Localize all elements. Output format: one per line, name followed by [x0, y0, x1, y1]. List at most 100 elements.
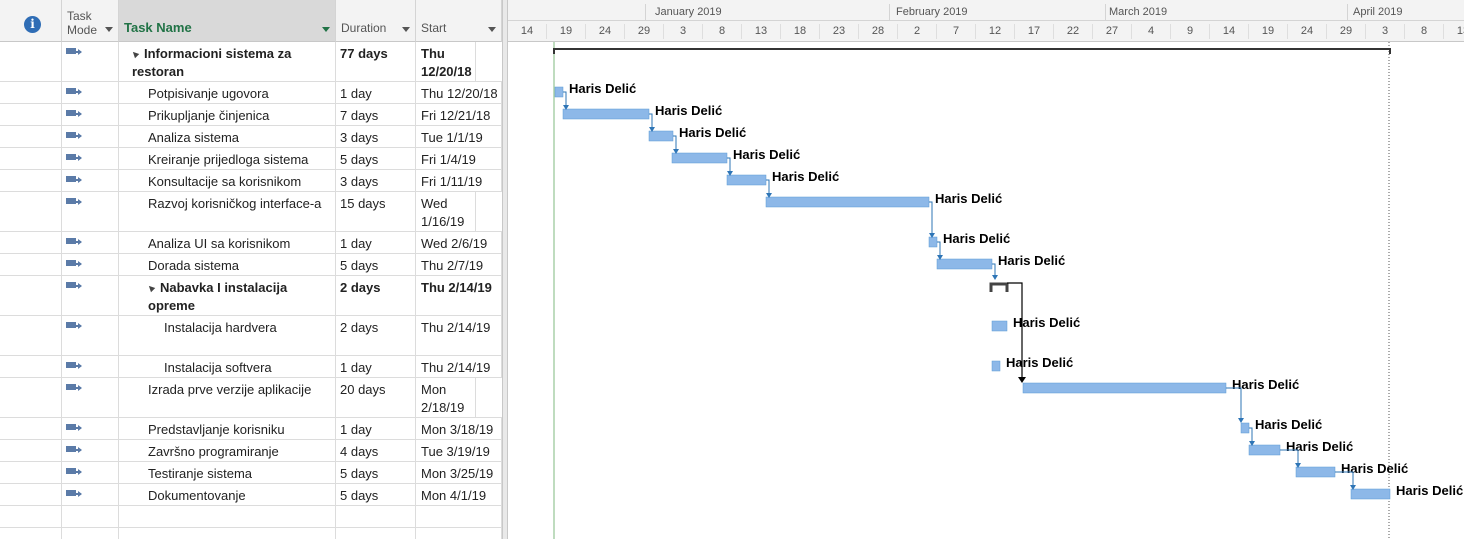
task-mode-cell[interactable]: [62, 148, 119, 169]
empty-cell[interactable]: [0, 506, 62, 527]
indicators-cell[interactable]: [0, 462, 62, 483]
task-name-cell[interactable]: Kreiranje prijedloga sistema: [119, 148, 336, 169]
dependency-link[interactable]: [1226, 387, 1242, 419]
indicators-cell[interactable]: [0, 232, 62, 253]
chevron-down-icon[interactable]: [322, 27, 330, 32]
duration-cell[interactable]: 2 days: [336, 276, 416, 315]
dependency-link[interactable]: [1249, 427, 1253, 442]
empty-row[interactable]: [0, 528, 502, 539]
start-cell[interactable]: Thu 12/20/18: [416, 82, 502, 103]
dependency-link[interactable]: [929, 201, 933, 234]
indicators-cell[interactable]: [0, 192, 62, 231]
task-name-cell[interactable]: Prikupljanje činjenica: [119, 104, 336, 125]
task-mode-cell[interactable]: [62, 378, 119, 417]
dependency-link[interactable]: [992, 263, 996, 276]
task-mode-cell[interactable]: [62, 232, 119, 253]
table-row[interactable]: Predstavljanje korisniku 1 day Mon 3/18/19: [0, 418, 502, 440]
start-cell[interactable]: Fri 12/21/18: [416, 104, 502, 125]
start-cell[interactable]: Fri 1/4/19: [416, 148, 502, 169]
task-name-cell[interactable]: Potpisivanje ugovora: [119, 82, 336, 103]
table-row[interactable]: Informacioni sistema za restoran 77 days T…: [0, 42, 502, 82]
indicators-cell[interactable]: [0, 418, 62, 439]
task-bar[interactable]: [726, 174, 767, 186]
duration-cell[interactable]: 3 days: [336, 126, 416, 147]
duration-cell[interactable]: 20 days: [336, 378, 416, 417]
chevron-down-icon[interactable]: [402, 27, 410, 32]
start-cell[interactable]: Thu 2/14/19: [416, 316, 502, 355]
indicators-cell[interactable]: [0, 126, 62, 147]
dependency-link[interactable]: [766, 179, 770, 194]
task-bar[interactable]: [765, 196, 930, 208]
task-bar[interactable]: [1248, 444, 1281, 456]
task-bar[interactable]: [562, 108, 650, 120]
task-mode-cell[interactable]: [62, 254, 119, 275]
start-header[interactable]: Start: [416, 0, 502, 42]
table-row[interactable]: Izrada prve verzije aplikacije 20 days Mon…: [0, 378, 502, 418]
start-cell[interactable]: Mon 2/18/19: [416, 378, 476, 417]
duration-cell[interactable]: 1 day: [336, 82, 416, 103]
task-bar[interactable]: [1295, 466, 1336, 478]
task-mode-cell[interactable]: [62, 440, 119, 461]
empty-cell[interactable]: [0, 528, 62, 539]
task-mode-cell[interactable]: [62, 316, 119, 355]
collapse-triangle-icon[interactable]: [146, 283, 156, 293]
indicators-cell[interactable]: [0, 148, 62, 169]
indicators-cell[interactable]: [0, 170, 62, 191]
start-cell[interactable]: Tue 1/1/19: [416, 126, 502, 147]
empty-cell[interactable]: [416, 506, 502, 527]
duration-cell[interactable]: 77 days: [336, 42, 416, 81]
task-mode-cell[interactable]: [62, 42, 119, 81]
duration-cell[interactable]: 2 days: [336, 316, 416, 355]
duration-cell[interactable]: 7 days: [336, 104, 416, 125]
start-cell[interactable]: Fri 1/11/19: [416, 170, 502, 191]
task-mode-cell[interactable]: [62, 192, 119, 231]
indicators-cell[interactable]: [0, 254, 62, 275]
table-row[interactable]: Instalacija hardvera 2 days Thu 2/14/19: [0, 316, 502, 356]
table-row[interactable]: Analiza sistema 3 days Tue 1/1/19: [0, 126, 502, 148]
duration-cell[interactable]: 3 days: [336, 170, 416, 191]
empty-cell[interactable]: [416, 528, 502, 539]
start-cell[interactable]: Thu 12/20/18: [416, 42, 476, 81]
empty-cell[interactable]: [119, 528, 336, 539]
task-mode-header[interactable]: Task Mode: [62, 0, 119, 42]
task-name-cell[interactable]: Razvoj korisničkog interface-a: [119, 192, 336, 231]
indicators-header[interactable]: i: [0, 0, 62, 42]
table-row[interactable]: Razvoj korisničkog interface-a 15 days Wed…: [0, 192, 502, 232]
start-cell[interactable]: Thu 2/14/19: [416, 276, 502, 315]
indicators-cell[interactable]: [0, 356, 62, 377]
task-mode-cell[interactable]: [62, 126, 119, 147]
indicators-cell[interactable]: [0, 82, 62, 103]
table-row[interactable]: Dorada sistema 5 days Thu 2/7/19: [0, 254, 502, 276]
start-cell[interactable]: Wed 2/6/19: [416, 232, 502, 253]
indicators-cell[interactable]: [0, 440, 62, 461]
table-row[interactable]: Završno programiranje 4 days Tue 3/19/19: [0, 440, 502, 462]
task-bar[interactable]: [1022, 382, 1227, 394]
empty-cell[interactable]: [119, 506, 336, 527]
task-name-cell[interactable]: Konsultacije sa korisnikom: [119, 170, 336, 191]
empty-cell[interactable]: [336, 506, 416, 527]
empty-cell[interactable]: [336, 528, 416, 539]
dependency-link[interactable]: [727, 157, 731, 172]
task-mode-cell[interactable]: [62, 82, 119, 103]
duration-cell[interactable]: 5 days: [336, 254, 416, 275]
task-bar[interactable]: [991, 320, 1008, 332]
table-row[interactable]: Instalacija softvera 1 day Thu 2/14/19: [0, 356, 502, 378]
dependency-link[interactable]: [937, 241, 941, 256]
task-name-cell[interactable]: Dokumentovanje: [119, 484, 336, 505]
indicators-cell[interactable]: [0, 316, 62, 355]
start-cell[interactable]: Mon 4/1/19: [416, 484, 502, 505]
task-name-cell[interactable]: Analiza UI sa korisnikom: [119, 232, 336, 253]
task-name-cell[interactable]: Testiranje sistema: [119, 462, 336, 483]
task-mode-cell[interactable]: [62, 170, 119, 191]
chevron-down-icon[interactable]: [105, 27, 113, 32]
task-bar[interactable]: [1240, 422, 1250, 434]
task-mode-cell[interactable]: [62, 462, 119, 483]
task-name-header[interactable]: Task Name: [119, 0, 336, 42]
empty-cell[interactable]: [62, 506, 119, 527]
start-cell[interactable]: Wed 1/16/19: [416, 192, 476, 231]
dependency-link[interactable]: [673, 135, 677, 150]
empty-row[interactable]: [0, 506, 502, 528]
duration-cell[interactable]: 1 day: [336, 418, 416, 439]
table-row[interactable]: Konsultacije sa korisnikom 3 days Fri 1/11…: [0, 170, 502, 192]
table-row[interactable]: Testiranje sistema 5 days Mon 3/25/19: [0, 462, 502, 484]
